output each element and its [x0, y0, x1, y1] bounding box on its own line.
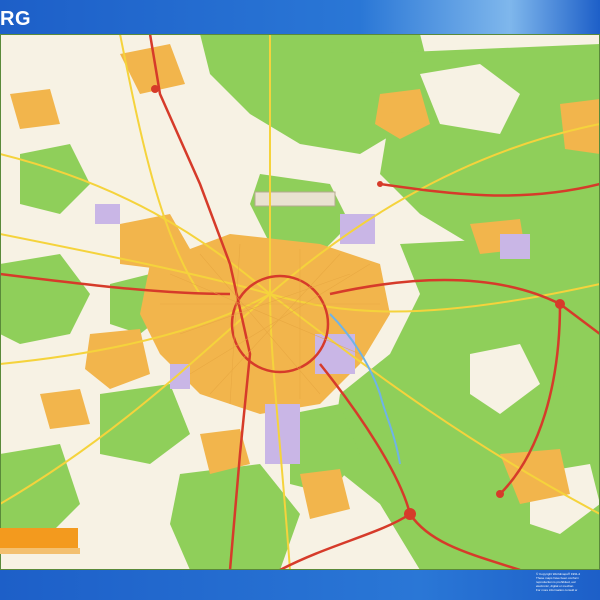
- title-bar: RG: [0, 0, 600, 34]
- airport-runway: [254, 191, 336, 207]
- copyright-line: For more information consult w: [536, 588, 578, 592]
- legend-strip: [0, 548, 80, 554]
- city-map[interactable]: [0, 34, 600, 570]
- map-poster: RG © Copyright Worldmaps® 1991-2 These m…: [0, 0, 600, 600]
- map-canvas: [0, 34, 600, 570]
- footer-bar: [0, 570, 600, 600]
- copyright-notice: © Copyright Worldmaps® 1991-2 These maps…: [536, 572, 600, 598]
- map-title: RG: [0, 8, 31, 30]
- legend-tab: [0, 528, 78, 548]
